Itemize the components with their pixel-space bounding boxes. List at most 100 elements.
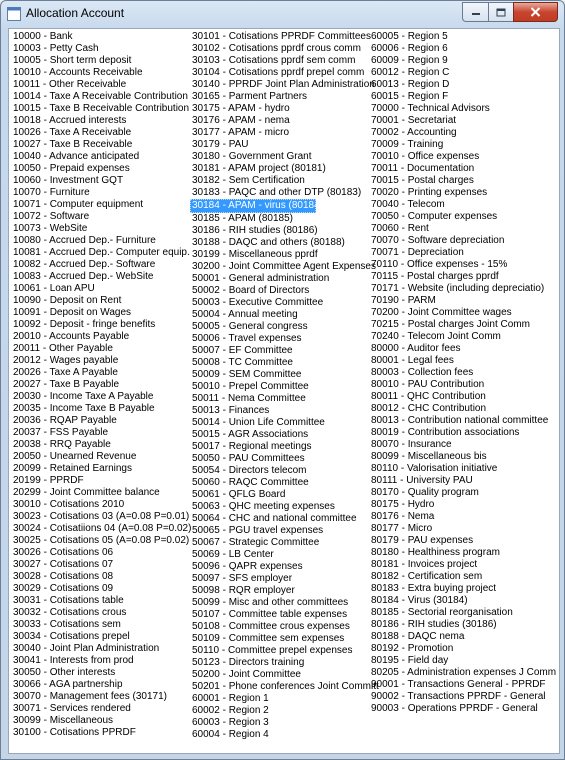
account-list-item[interactable]: 30025 - Cotisations 05 (A=0.08 P=0.02) [12,535,191,547]
account-list-item[interactable]: 10081 - Accrued Dep.- Computer equip. [12,247,191,259]
account-list-item[interactable]: 70115 - Postal charges pprdf [370,271,556,283]
account-list-item[interactable]: 70010 - Office expenses [370,151,556,163]
account-list-item[interactable]: 50008 - TC Committee [191,357,379,369]
account-list-item[interactable]: 30180 - Government Grant [191,151,379,163]
account-list-item[interactable]: 10011 - Other Receivable [12,79,191,91]
account-list-item[interactable]: 10026 - Taxe A Receivable [12,127,191,139]
account-list-item[interactable]: 50002 - Board of Directors [191,285,379,297]
account-list-item[interactable]: 80011 - QHC Contribution [370,391,556,403]
account-list-item[interactable]: 20030 - Income Taxe A Payable [12,391,191,403]
account-list-item[interactable]: 20037 - FSS Payable [12,427,191,439]
account-list-item[interactable]: 60001 - Region 1 [191,693,379,705]
account-list-item[interactable]: 80010 - PAU Contribution [370,379,556,391]
account-list-item[interactable]: 80177 - Micro [370,523,556,535]
account-list-item[interactable]: 50097 - SFS employer [191,573,379,585]
account-list-item[interactable]: 10050 - Prepaid expenses [12,163,191,175]
account-list-item-selected[interactable]: 30184 - APAM - virus (80184) [190,199,323,213]
account-list-item[interactable]: 30186 - RIH studies (80186) [191,225,379,237]
account-list-item[interactable]: 80000 - Auditor fees [370,343,556,355]
account-list-item[interactable]: 80099 - Miscellaneous bis [370,451,556,463]
account-list-item[interactable]: 30033 - Cotisations sem [12,619,191,631]
account-list-item[interactable]: 70001 - Secretariat [370,115,556,127]
account-list-item[interactable]: 10092 - Deposit - fringe benefits [12,319,191,331]
account-list-item[interactable]: 30188 - DAQC and others (80188) [191,237,379,249]
account-list-item[interactable]: 20011 - Other Payable [12,343,191,355]
account-list-item[interactable]: 20026 - Taxe A Payable [12,367,191,379]
account-list-item[interactable]: 50069 - LB Center [191,549,379,561]
account-list-item[interactable]: 50004 - Annual meeting [191,309,379,321]
account-list-item[interactable]: 30177 - APAM - micro [191,127,379,139]
account-list-item[interactable]: 30102 - Cotisations pprdf crous comm [191,43,379,55]
account-list-item[interactable]: 30023 - Cotisations 03 (A=0.08 P=0.01) [12,511,191,523]
account-list-item[interactable]: 30026 - Cotisations 06 [12,547,191,559]
account-list-item[interactable]: 30183 - PAQC and other DTP (80183) [191,187,379,199]
account-list-item[interactable]: 50050 - PAU Committees [191,453,379,465]
account-list-item[interactable]: 70215 - Postal charges Joint Comm [370,319,556,331]
account-list-item[interactable]: 50109 - Committee sem expenses [191,633,379,645]
account-list-item[interactable]: 90001 - Transactions General - PPRDF [370,679,556,691]
account-list-item[interactable]: 70071 - Depreciation [370,247,556,259]
account-list-item[interactable]: 70011 - Documentation [370,163,556,175]
account-list-item[interactable]: 70002 - Accounting [370,127,556,139]
account-list-item[interactable]: 70009 - Training [370,139,556,151]
account-list-item[interactable]: 80170 - Quality program [370,487,556,499]
account-list-item[interactable]: 50200 - Joint Committee [191,669,379,681]
account-list-item[interactable]: 90003 - Operations PPRDF - General [370,703,556,715]
account-list-item[interactable]: 70040 - Telecom [370,199,556,211]
account-list-item[interactable]: 20036 - RQAP Payable [12,415,191,427]
account-list-item[interactable]: 30032 - Cotisations crous [12,607,191,619]
account-list-item[interactable]: 60005 - Region 5 [370,31,556,43]
account-list-item[interactable]: 80186 - RIH studies (30186) [370,619,556,631]
account-list-item[interactable]: 80110 - Valorisation initiative [370,463,556,475]
account-list-item[interactable]: 30029 - Cotisations 09 [12,583,191,595]
account-list-item[interactable]: 50060 - RAQC Committee [191,477,379,489]
account-list-item[interactable]: 80192 - Promotion [370,643,556,655]
account-list-item[interactable]: 30176 - APAM - nema [191,115,379,127]
account-list-item[interactable]: 70110 - Office expenses - 15% [370,259,556,271]
account-list-item[interactable]: 70240 - Telecom Joint Comm [370,331,556,343]
account-list-item[interactable]: 10072 - Software [12,211,191,223]
account-list-item[interactable]: 10015 - Taxe B Receivable Contribution [12,103,191,115]
account-list-item[interactable]: 30071 - Services rendered [12,703,191,715]
account-list-item[interactable]: 30199 - Miscellaneous pprdf [191,249,379,261]
account-list-item[interactable]: 10003 - Petty Cash [12,43,191,55]
account-list-item[interactable]: 30099 - Miscellaneous [12,715,191,727]
account-list-item[interactable]: 80013 - Contribution national committee [370,415,556,427]
account-list-item[interactable]: 50007 - EF Committee [191,345,379,357]
account-list-item[interactable]: 60004 - Region 4 [191,729,379,741]
account-list-item[interactable]: 80175 - Hydro [370,499,556,511]
account-list-item[interactable]: 50065 - PGU travel expenses [191,525,379,537]
account-list-item[interactable]: 80019 - Contribution associations [370,427,556,439]
account-list-item[interactable]: 50067 - Strategic Committee [191,537,379,549]
account-list-item[interactable]: 10018 - Accrued interests [12,115,191,127]
account-list-item[interactable]: 50003 - Executive Committee [191,297,379,309]
account-list-item[interactable]: 10070 - Furniture [12,187,191,199]
account-list-item[interactable]: 50108 - Committee crous expenses [191,621,379,633]
account-list-item[interactable]: 70000 - Technical Advisors [370,103,556,115]
account-list-item[interactable]: 30066 - AGA partnership [12,679,191,691]
account-list-item[interactable]: 50061 - QFLG Board [191,489,379,501]
account-list-item[interactable]: 20010 - Accounts Payable [12,331,191,343]
account-list-item[interactable]: 60006 - Region 6 [370,43,556,55]
account-list-item[interactable]: 70070 - Software depreciation [370,235,556,247]
close-button[interactable] [513,2,558,22]
account-list-item[interactable]: 50001 - General administration [191,273,379,285]
account-list-item[interactable]: 10082 - Accrued Dep.- Software [12,259,191,271]
account-list-item[interactable]: 10061 - Loan APU [12,283,191,295]
account-list-item[interactable]: 30104 - Cotisations pprdf prepel comm [191,67,379,79]
account-list-item[interactable]: 10027 - Taxe B Receivable [12,139,191,151]
account-list-item[interactable]: 80195 - Field day [370,655,556,667]
account-list-item[interactable]: 10091 - Deposit on Wages [12,307,191,319]
maximize-button[interactable] [488,2,513,22]
account-list-item[interactable]: 80176 - Nema [370,511,556,523]
account-list-item[interactable]: 80012 - CHC Contribution [370,403,556,415]
account-list-item[interactable]: 50014 - Union Life Committee [191,417,379,429]
account-list-item[interactable]: 20099 - Retained Earnings [12,463,191,475]
account-list-item[interactable]: 30182 - Sem Certification [191,175,379,187]
account-list-item[interactable]: 50110 - Committee prepel expenses [191,645,379,657]
account-list-item[interactable]: 80003 - Collection fees [370,367,556,379]
account-list-item[interactable]: 80180 - Healthiness program [370,547,556,559]
account-list-item[interactable]: 20027 - Taxe B Payable [12,379,191,391]
account-list-item[interactable]: 50006 - Travel expenses [191,333,379,345]
account-list-item[interactable]: 50123 - Directors training [191,657,379,669]
